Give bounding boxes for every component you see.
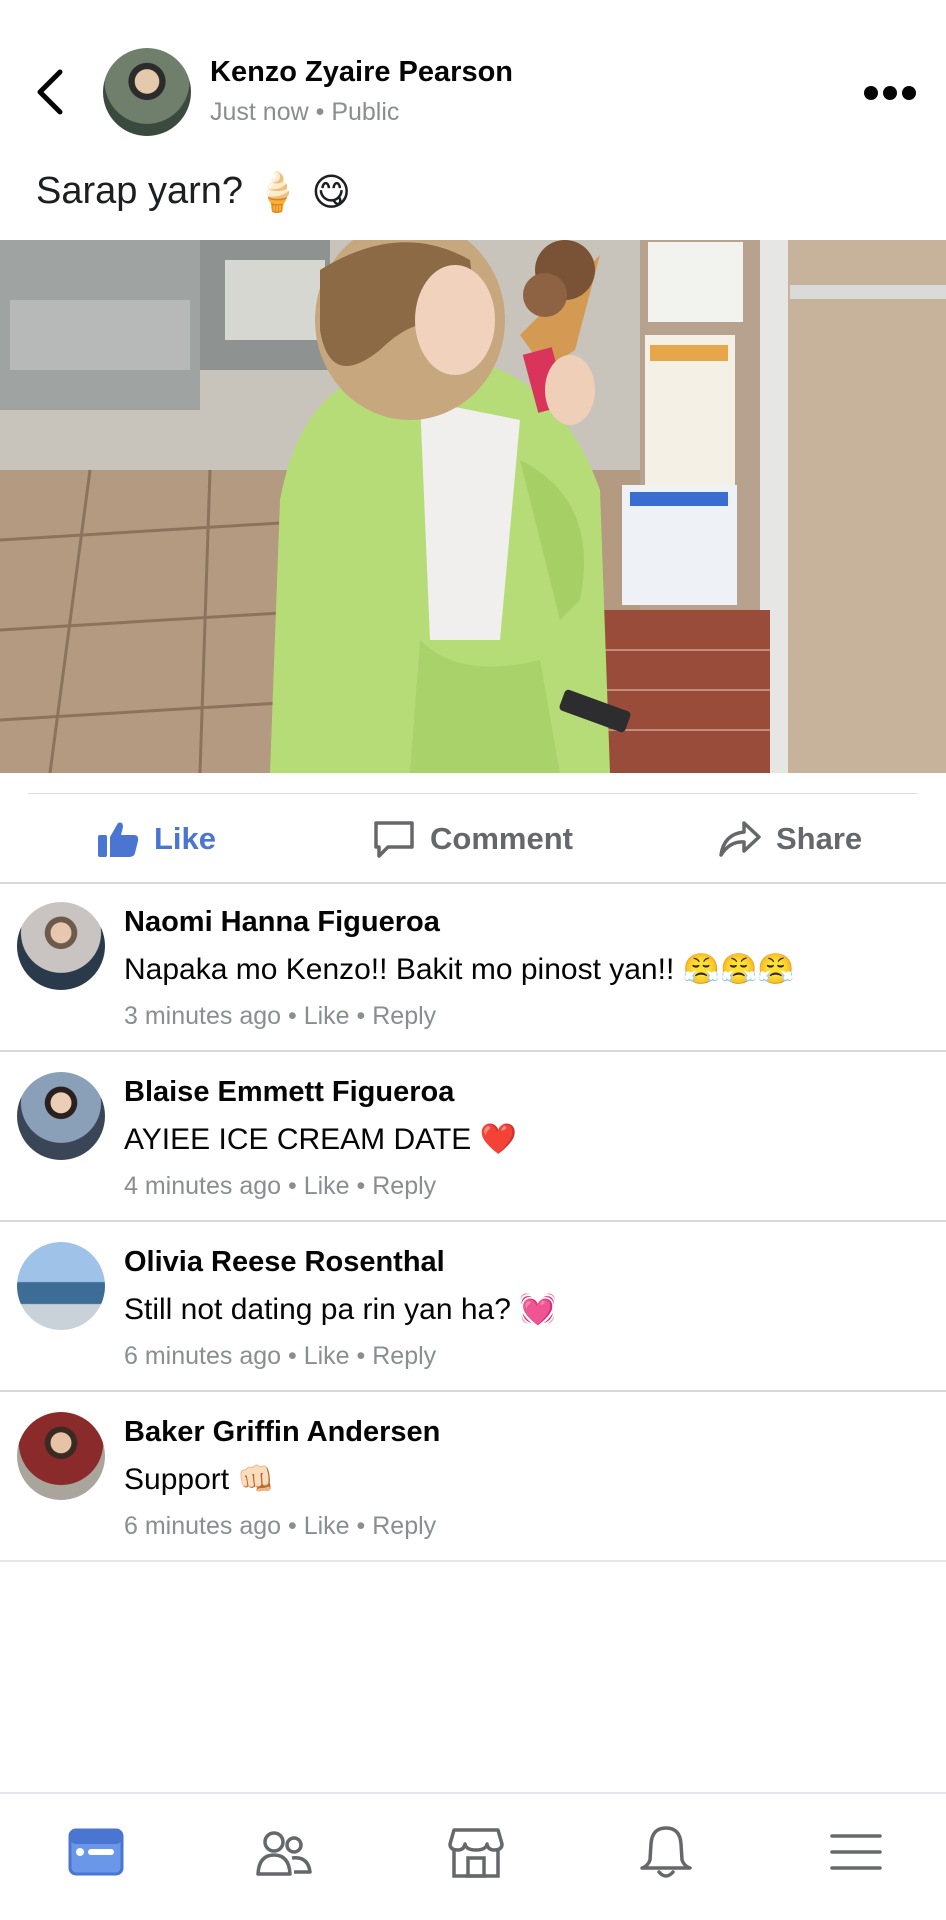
divider <box>0 1560 946 1562</box>
like-label: Like <box>154 821 217 856</box>
comment-item: Olivia Reese Rosenthal Still not dating … <box>0 1224 946 1392</box>
comment-reply-link[interactable]: Reply <box>372 1512 436 1540</box>
divider <box>28 793 918 794</box>
comment-text: AYIEE ICE CREAM DATE ❤️ <box>124 1123 517 1156</box>
comment-like-link[interactable]: Like <box>304 1172 350 1200</box>
share-label: Share <box>776 821 863 856</box>
comment-item: Baker Griffin Andersen Support 👊🏻 6 minu… <box>0 1394 946 1562</box>
back-arrow-icon[interactable] <box>30 66 70 118</box>
marketplace-icon[interactable] <box>446 1822 506 1882</box>
comment-item: Naomi Hanna Figueroa Napaka mo Kenzo!! B… <box>0 884 946 1052</box>
share-arrow-icon <box>719 821 761 857</box>
comment-bubble-icon <box>374 821 414 858</box>
comment-time: 6 minutes ago <box>124 1512 282 1540</box>
post-privacy: Public <box>331 98 400 126</box>
thumbs-up-icon <box>98 822 139 857</box>
author-name[interactable]: Kenzo Zyaire Pearson <box>210 56 513 89</box>
post-header: Kenzo Zyaire Pearson Just now • Public <box>0 0 946 160</box>
post-photo[interactable] <box>0 240 946 773</box>
photo-illustration <box>0 240 946 773</box>
commenter-avatar[interactable] <box>17 902 105 990</box>
comment-reply-link[interactable]: Reply <box>372 1172 436 1200</box>
comment-like-link[interactable]: Like <box>304 1002 350 1030</box>
comment-like-link[interactable]: Like <box>304 1342 350 1370</box>
comment-meta: 4 minutes ago • Like • Reply <box>124 1172 437 1200</box>
commenter-avatar[interactable] <box>17 1242 105 1330</box>
divider <box>0 1050 946 1052</box>
share-button[interactable]: Share <box>718 795 862 883</box>
caption-emoji-ice-cream: 🍦 <box>253 171 301 214</box>
caption-text: Sarap yarn? <box>36 170 244 212</box>
caption-emoji-yum: 😋 <box>311 172 352 215</box>
post-time: Just now <box>210 98 309 126</box>
divider <box>0 1220 946 1222</box>
author-avatar[interactable] <box>103 48 191 136</box>
comment-text: Still not dating pa rin yan ha? 💓 <box>124 1293 557 1326</box>
notifications-bell-icon[interactable] <box>636 1822 696 1882</box>
comment-reply-link[interactable]: Reply <box>372 1342 436 1370</box>
dot-icon <box>902 86 916 100</box>
post-caption: Sarap yarn? 🍦 😋 <box>36 170 351 215</box>
dot-icon <box>864 86 878 100</box>
bottom-tab-bar <box>0 1792 946 1920</box>
comment-time: 6 minutes ago <box>124 1342 282 1370</box>
commenter-avatar[interactable] <box>17 1412 105 1500</box>
comment-time: 4 minutes ago <box>124 1172 282 1200</box>
commenter-name[interactable]: Olivia Reese Rosenthal <box>124 1246 445 1279</box>
commenter-name[interactable]: Naomi Hanna Figueroa <box>124 906 440 939</box>
commenter-name[interactable]: Blaise Emmett Figueroa <box>124 1076 454 1109</box>
friends-icon[interactable] <box>254 1822 314 1882</box>
comment-text: Support 👊🏻 <box>124 1463 275 1496</box>
post-actions: Like Comment Share <box>0 795 946 883</box>
comment-meta: 6 minutes ago • Like • Reply <box>124 1512 437 1540</box>
post-meta: Just now • Public <box>210 98 400 126</box>
commenter-avatar[interactable] <box>17 1072 105 1160</box>
divider <box>0 1792 946 1794</box>
comment-meta: 3 minutes ago • Like • Reply <box>124 1002 437 1030</box>
comment-time: 3 minutes ago <box>124 1002 282 1030</box>
news-feed-icon[interactable] <box>66 1822 126 1882</box>
comment-reply-link[interactable]: Reply <box>372 1002 436 1030</box>
dot-icon <box>883 86 897 100</box>
commenter-name[interactable]: Baker Griffin Andersen <box>124 1416 440 1449</box>
like-button[interactable]: Like <box>96 795 216 883</box>
comment-button[interactable]: Comment <box>372 795 573 883</box>
comment-item: Blaise Emmett Figueroa AYIEE ICE CREAM D… <box>0 1054 946 1222</box>
divider <box>0 1390 946 1392</box>
comment-meta: 6 minutes ago • Like • Reply <box>124 1342 437 1370</box>
comment-like-link[interactable]: Like <box>304 1512 350 1540</box>
more-options-button[interactable] <box>862 78 918 108</box>
comment-label: Comment <box>430 821 573 856</box>
menu-icon[interactable] <box>826 1822 886 1882</box>
comment-text: Napaka mo Kenzo!! Bakit mo pinost yan!! … <box>124 953 795 986</box>
